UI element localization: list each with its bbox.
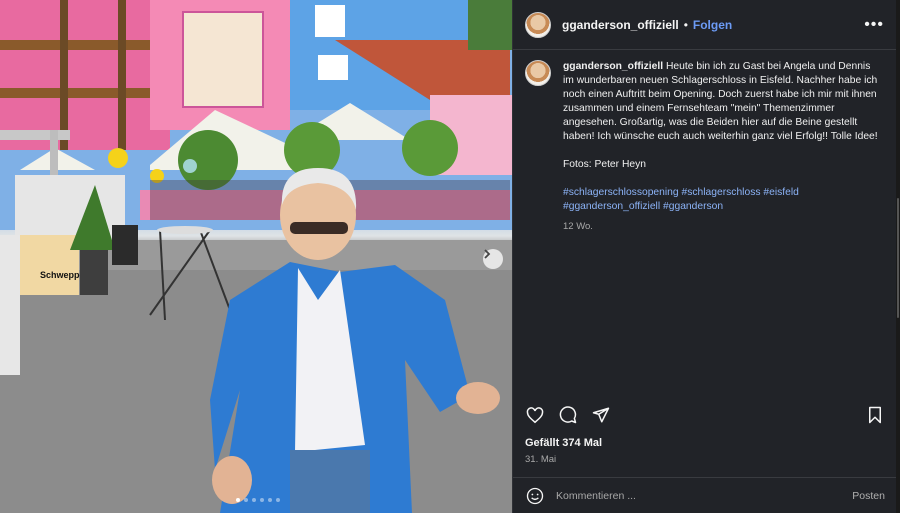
comment-composer: Posten [513,477,897,513]
hashtag-link[interactable]: #gganderson_offiziell [563,201,660,212]
post-header: gganderson_offiziell • Folgen ••• [513,0,896,50]
avatar[interactable] [525,11,551,38]
carousel-dot [276,498,280,502]
speech-bubble-icon [559,406,577,424]
comment-input[interactable] [556,489,853,502]
hashtag-link[interactable]: #schlagerschlossopening [563,187,679,198]
carousel-dot [268,498,272,502]
hashtag-link[interactable]: #gganderson [663,201,723,212]
caption-username[interactable]: gganderson_offiziell [563,61,663,72]
post-photo[interactable]: Schweppes [0,0,512,513]
carousel-dot [260,498,264,502]
caption-body: gganderson_offiziell Heute bin ich zu Ga… [563,60,883,234]
like-button[interactable] [525,405,545,425]
caption-text: Heute bin ich zu Gast bei Angela und Den… [563,61,878,142]
share-button[interactable] [591,405,611,425]
header-username[interactable]: gganderson_offiziell [562,18,679,32]
save-button[interactable] [865,405,885,425]
follow-button[interactable]: Folgen [693,18,732,32]
action-bar [525,404,885,426]
carousel-next-button[interactable] [483,249,503,269]
header-separator: • [683,17,688,32]
bookmark-icon [869,406,881,424]
emoji-button[interactable] [525,486,545,506]
scrollbar-thumb[interactable] [897,198,899,318]
hashtag-link[interactable]: #schlagerschloss [682,187,761,198]
smiley-icon [526,487,544,504]
post-details-panel: gganderson_offiziell • Folgen ••• ggande… [512,0,897,513]
photo-credit: Fotos: Peter Heyn [563,159,646,170]
caption-age[interactable]: 12 Wo. [563,220,883,234]
chevron-right-icon [484,249,491,259]
hashtag-link[interactable]: #eisfeld [763,187,799,198]
post-comment-button[interactable]: Posten [852,490,885,502]
paper-plane-icon [592,407,610,423]
carousel-dot [244,498,248,502]
post-caption: gganderson_offiziell Heute bin ich zu Ga… [525,60,889,234]
hashtag-list: #schlagerschlossopening #schlagerschloss… [563,186,883,214]
post-date[interactable]: 31. Mai [525,454,556,465]
carousel-dot [252,498,256,502]
more-options-button[interactable]: ••• [864,16,884,34]
photo-scene: Schweppes [0,0,512,513]
carousel-indicator [236,498,280,502]
comment-button[interactable] [558,405,578,425]
like-count[interactable]: Gefällt 374 Mal [525,437,602,449]
carousel-dot [236,498,240,502]
heart-icon [526,406,544,423]
caption-avatar[interactable] [525,60,551,86]
